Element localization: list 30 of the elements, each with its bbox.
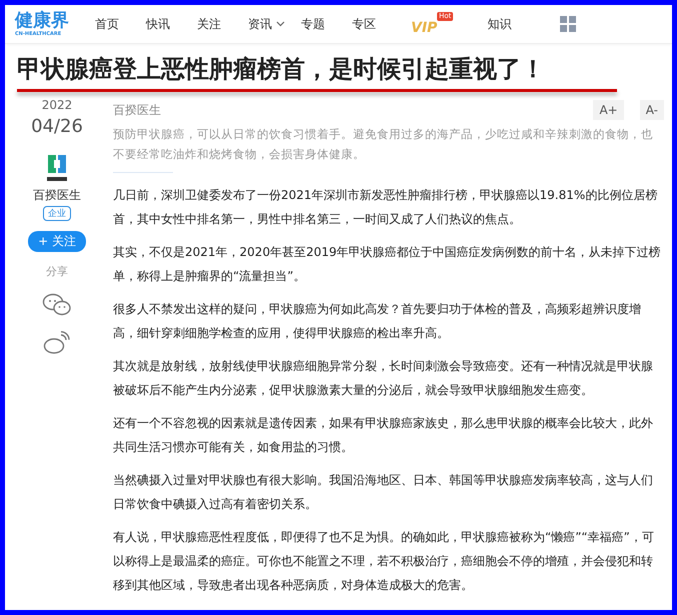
date-day: 04/26	[31, 116, 83, 137]
font-size-button[interactable]: A-	[640, 100, 664, 120]
weibo-icon[interactable]	[43, 331, 71, 355]
paragraph: 几日前，深圳卫健委发布了一份2021年深圳市新发恶性肿瘤排行榜，甲状腺癌以19.81%的比例位居榜首，其中女性中排名第一，男性中排名第三，一时间又成了人们热议的焦点。	[113, 187, 658, 228]
grid-menu-icon[interactable]	[560, 16, 576, 32]
nav-link[interactable]: 专题	[301, 16, 325, 32]
paragraph: 当然碘摄入过量对甲状腺也有很大影响。我国沿海地区、日本、韩国等甲状腺癌发病率较高，这与人们日常饮食中碘摄入过高有着密切关系。	[113, 472, 654, 513]
paragraph: 很多人不禁发出这样的疑问，甲状腺癌为何如此高发？首先要归功于体检的普及，高频彩超辨识度增高，细针穿刺细胞学检查的应用，使得甲状腺癌的检出率升高。	[113, 301, 642, 342]
author-tag: 企业	[43, 206, 71, 221]
font-size-button[interactable]: A+	[593, 100, 624, 120]
share-label: 分享	[46, 264, 68, 279]
article-summary: 预防甲状腺癌，可以从日常的饮食习惯着手。避免食用过多的海产品，少吃过咸和辛辣刺激的食物，也不要经常吃油炸和烧烤食物，会损害身体健康。	[113, 126, 654, 163]
date-year: 2022	[42, 98, 72, 112]
author-name[interactable]: 百揆医生	[33, 187, 81, 204]
nav-dropdown[interactable]: 资讯	[248, 16, 285, 32]
source-label: 百揆医生	[113, 102, 161, 118]
nav-link[interactable]: 快讯	[146, 16, 170, 32]
site-logo[interactable]: 健康界	[15, 10, 95, 30]
nav-link[interactable]: 知识	[487, 16, 512, 32]
nav-link[interactable]: 关注	[197, 16, 221, 32]
nav-link[interactable]: 首页	[95, 16, 119, 32]
author-logo-icon	[46, 153, 68, 183]
paragraph: 其实，不仅是2021年，2020年甚至2019年甲状腺癌都位于中国癌症发病例数的前十名，从未掉下过榜单，称得上是肿瘤界的“流量担当”。	[113, 244, 662, 285]
paragraph: 有人说，甲状腺癌恶性程度低，即便得了也不足为惧。的确如此，甲状腺癌被称为“懒癌”“幸福癌”，可以称得上是最温柔的癌症。可你也不能置之不理，若不积极治疗，癌细胞会不停的增殖，并会侵犯和转移到其他区域，导致患者出现各种恶病质，对身体造成极大的危害。	[113, 529, 655, 594]
article-title: 甲状腺癌登上恶性肿瘤榜首，是时候引起重视了！	[17, 54, 546, 85]
wechat-icon[interactable]	[42, 293, 72, 317]
paragraph: 其次就是放射线，放射线使甲状腺癌细胞异常分裂，长时间刺激会导致癌变。还有一种情况就是甲状腺被破坏后不能产生内分泌素，促甲状腺激素大量的分泌后，就会导致甲状腺细胞发生癌变。	[113, 358, 654, 399]
paragraph: 还有一个不容忽视的因素就是遗传因素，如果有甲状腺癌家族史，那么患甲状腺的概率会比较大，此外共同生活习惯亦可能有关，如食用盐的习惯。	[113, 415, 654, 456]
caret-icon	[276, 21, 285, 27]
nav-link[interactable]: 专区	[352, 16, 376, 32]
